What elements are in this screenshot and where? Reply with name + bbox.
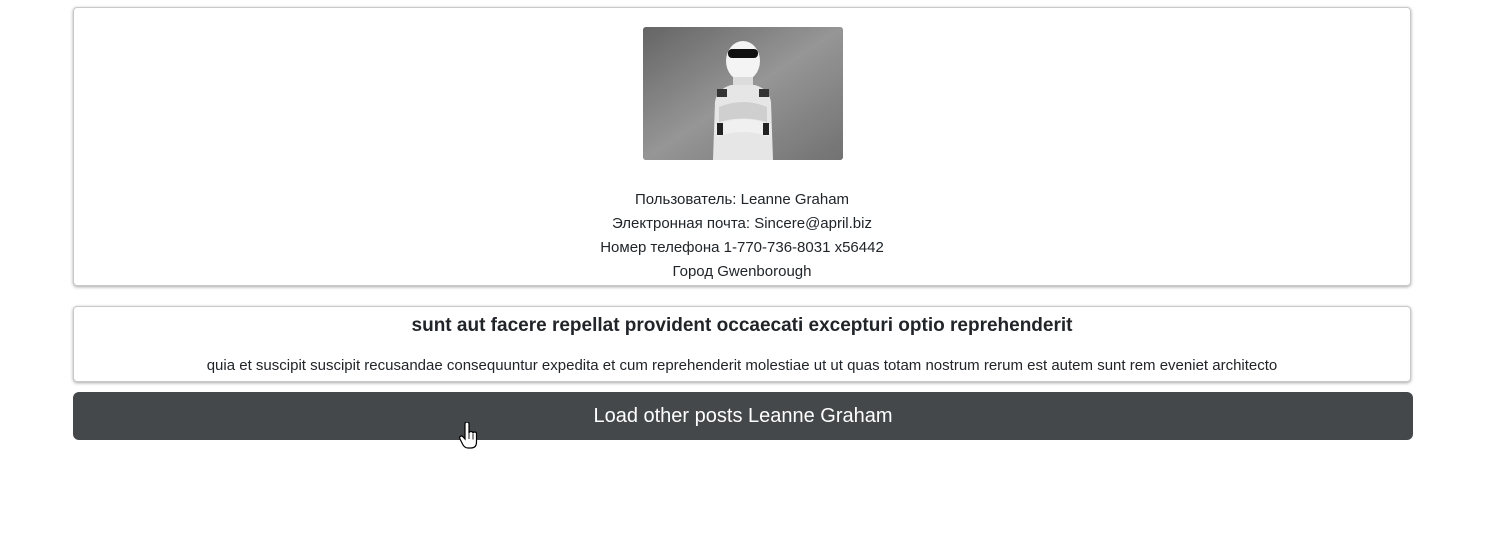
- load-other-posts-button[interactable]: Load other posts Leanne Graham: [73, 392, 1413, 440]
- user-info: Пользователь: Leanne Graham Электронная …: [74, 188, 1410, 284]
- hand-pointer-icon: [459, 421, 479, 450]
- user-email: Электронная почта: Sincere@april.biz: [612, 215, 872, 232]
- photo-image: [643, 27, 843, 160]
- post-card: sunt aut facere repellat provident occae…: [73, 306, 1411, 382]
- user-city: Город Gwenborough: [672, 263, 812, 280]
- post-body: quia et suscipit suscipit recusandae con…: [206, 357, 1278, 374]
- user-photo: [643, 27, 843, 160]
- user-card: Пользователь: Leanne Graham Электронная …: [73, 7, 1411, 286]
- user-phone: Номер телефона 1-770-736-8031 x56442: [600, 239, 884, 256]
- post-title: sunt aut facere repellat provident occae…: [411, 315, 1073, 336]
- user-name: Пользователь: Leanne Graham: [634, 191, 850, 208]
